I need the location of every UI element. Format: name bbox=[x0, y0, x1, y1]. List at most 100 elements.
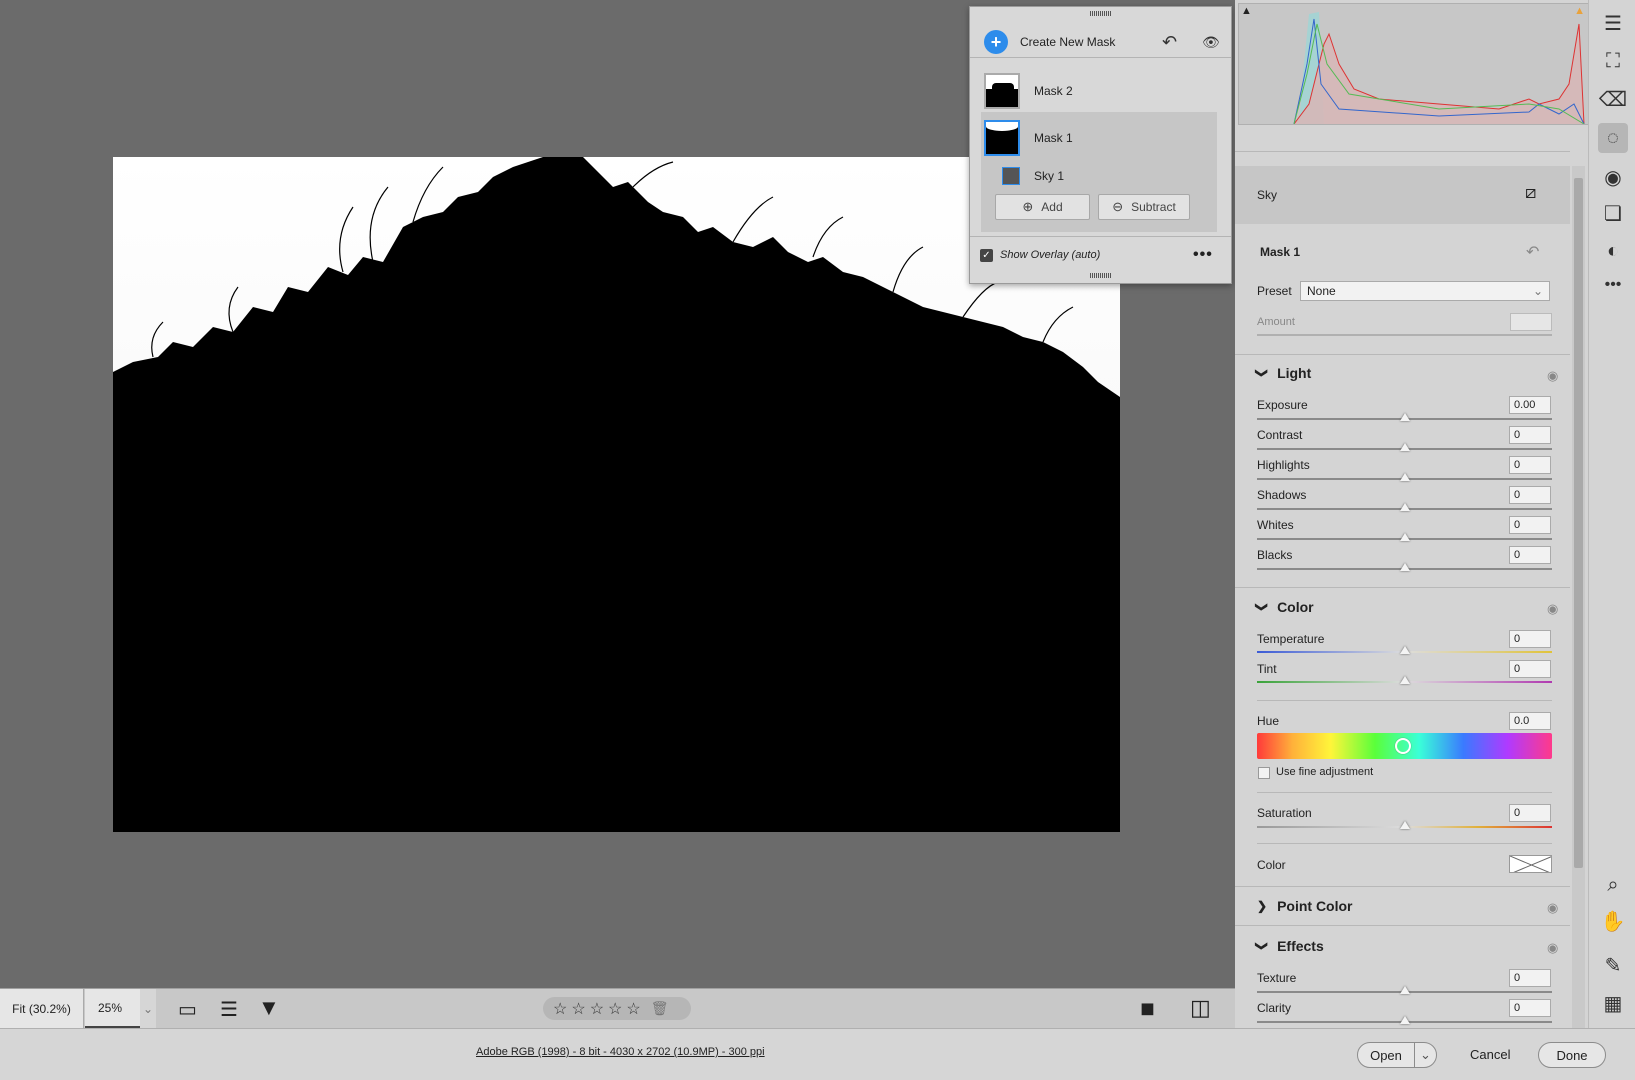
eye-icon[interactable]: ◉ bbox=[1547, 368, 1558, 384]
image-info-link[interactable]: Adobe RGB (1998) - 8 bit - 4030 x 2702 (… bbox=[476, 1046, 765, 1058]
clarity-slider-handle[interactable] bbox=[1400, 1016, 1410, 1024]
scrollbar[interactable] bbox=[1572, 166, 1585, 1028]
contrast-slider-handle[interactable] bbox=[1400, 443, 1410, 451]
panel-drag-handle[interactable] bbox=[1089, 11, 1112, 16]
clarity-value[interactable]: 0 bbox=[1509, 999, 1551, 1017]
zoom-level-field[interactable]: 25% bbox=[85, 989, 140, 1028]
shadow-clipping-icon[interactable]: ▲ bbox=[1241, 5, 1252, 17]
done-button[interactable]: Done bbox=[1538, 1042, 1606, 1068]
redeye-icon[interactable]: ◉ bbox=[1598, 162, 1628, 192]
whites-slider-handle[interactable] bbox=[1400, 533, 1410, 541]
blacks-slider-handle[interactable] bbox=[1400, 563, 1410, 571]
preset-dropdown[interactable]: None ⌄ bbox=[1300, 281, 1550, 301]
star-3[interactable]: ☆ bbox=[590, 999, 604, 1019]
exposure-slider-handle[interactable] bbox=[1400, 413, 1410, 421]
fit-zoom-button[interactable]: Fit (30.2%) bbox=[0, 989, 84, 1028]
star-2[interactable]: ☆ bbox=[571, 999, 585, 1019]
edit-icon[interactable]: ⧄ bbox=[1525, 182, 1536, 203]
tint-slider-handle[interactable] bbox=[1400, 676, 1410, 684]
light-section-header[interactable]: ❯ Light bbox=[1255, 365, 1592, 381]
trash-icon[interactable]: 🗑 bbox=[651, 1000, 669, 1017]
compare-view-icon[interactable]: ◫ bbox=[1190, 995, 1211, 1021]
star-1[interactable]: ☆ bbox=[553, 999, 567, 1019]
eyedropper-icon[interactable]: ✎ bbox=[1598, 950, 1628, 980]
filter-icon[interactable]: ▼ bbox=[258, 995, 280, 1021]
grid-icon[interactable]: ▦ bbox=[1598, 988, 1628, 1018]
more-icon[interactable]: ••• bbox=[1193, 246, 1213, 264]
color-swatch[interactable] bbox=[1509, 855, 1552, 873]
zoom-dropdown[interactable]: ⌄ bbox=[140, 989, 156, 1028]
mask-icon[interactable]: ◌ bbox=[1598, 123, 1628, 153]
more-icon[interactable]: ••• bbox=[1598, 270, 1628, 300]
temperature-value[interactable]: 0 bbox=[1509, 630, 1551, 648]
fine-adjustment-label[interactable]: Use fine adjustment bbox=[1276, 766, 1373, 778]
filmstrip-icon[interactable]: ▭ bbox=[178, 997, 197, 1022]
tint-value[interactable]: 0 bbox=[1509, 660, 1551, 678]
shadows-value[interactable]: 0 bbox=[1509, 486, 1551, 504]
reset-icon[interactable]: ↶ bbox=[1526, 242, 1539, 262]
masks-panel: + Create New Mask ↶ 👁 Mask 2 Mask 1 Sky … bbox=[969, 6, 1232, 284]
fine-adjustment-checkbox[interactable] bbox=[1258, 767, 1270, 779]
subtract-button[interactable]: ⊖ Subtract bbox=[1098, 194, 1190, 220]
eye-icon[interactable]: 👁 bbox=[1202, 34, 1220, 51]
shadows-slider-handle[interactable] bbox=[1400, 503, 1410, 511]
mask-component-sky[interactable]: Sky 1 bbox=[970, 163, 1231, 189]
exposure-value[interactable]: 0.00 bbox=[1509, 396, 1551, 414]
presets-icon[interactable]: ❏ bbox=[1598, 198, 1628, 228]
mask-item-selected[interactable]: Mask 1 bbox=[970, 116, 1231, 160]
highlights-value[interactable]: 0 bbox=[1509, 456, 1551, 474]
blacks-value[interactable]: 0 bbox=[1509, 546, 1551, 564]
hue-value[interactable]: 0.0 bbox=[1509, 712, 1551, 730]
point-color-section-header[interactable]: ❯ Point Color bbox=[1257, 898, 1592, 914]
panel-resize-handle[interactable] bbox=[1089, 273, 1112, 278]
crop-icon[interactable]: ⛶ bbox=[1598, 46, 1628, 76]
component-title: Sky bbox=[1257, 188, 1278, 202]
temperature-slider-handle[interactable] bbox=[1400, 646, 1410, 654]
create-new-mask-label[interactable]: Create New Mask bbox=[1020, 35, 1115, 49]
highlight-clipping-icon[interactable]: ▲ bbox=[1574, 5, 1585, 17]
undo-icon[interactable]: ↶ bbox=[1162, 32, 1177, 53]
effects-title: Effects bbox=[1277, 938, 1324, 954]
rating-stars: ☆ ☆ ☆ ☆ ☆ 🗑 bbox=[543, 997, 691, 1020]
eraser-icon[interactable]: ⌫ bbox=[1598, 84, 1628, 114]
texture-value[interactable]: 0 bbox=[1509, 969, 1551, 987]
before-after-icon[interactable]: ◼ bbox=[1140, 998, 1155, 1019]
whites-value[interactable]: 0 bbox=[1509, 516, 1551, 534]
cancel-button[interactable]: Cancel bbox=[1470, 1047, 1510, 1062]
preset-value: None bbox=[1307, 284, 1336, 298]
add-label: Add bbox=[1041, 200, 1063, 214]
blend-icon[interactable]: ◐ bbox=[1598, 236, 1628, 266]
show-overlay-checkbox[interactable]: ✓ bbox=[980, 248, 993, 262]
hand-icon[interactable]: ✋ bbox=[1598, 906, 1628, 936]
scrollbar-thumb[interactable] bbox=[1574, 178, 1583, 868]
properties-panel: ▲ ▲ Sky ⧄ Mask 1 ↶ Preset None ⌄ Amount … bbox=[1235, 0, 1590, 1028]
color-section-header[interactable]: ❯ Color bbox=[1255, 599, 1592, 615]
texture-slider-handle[interactable] bbox=[1400, 986, 1410, 994]
zoom-icon[interactable]: ⌕ bbox=[1598, 870, 1628, 900]
hue-slider-handle[interactable] bbox=[1395, 738, 1411, 754]
hue-slider[interactable] bbox=[1257, 733, 1552, 759]
highlights-slider-handle[interactable] bbox=[1400, 473, 1410, 481]
saturation-value[interactable]: 0 bbox=[1509, 804, 1551, 822]
mask-title: Mask 1 bbox=[1260, 245, 1301, 259]
contrast-value[interactable]: 0 bbox=[1509, 426, 1551, 444]
point-color-title: Point Color bbox=[1277, 898, 1353, 914]
chevron-down-icon[interactable]: ⌄ bbox=[1414, 1043, 1436, 1067]
eye-icon[interactable]: ◉ bbox=[1547, 900, 1558, 916]
plus-circle-icon[interactable]: + bbox=[984, 30, 1008, 54]
eye-icon[interactable]: ◉ bbox=[1547, 601, 1558, 617]
done-label: Done bbox=[1556, 1047, 1588, 1063]
effects-section-header[interactable]: ❯ Effects bbox=[1255, 938, 1592, 954]
create-mask-row: + Create New Mask ↶ 👁 bbox=[970, 25, 1231, 59]
hue-label: Hue bbox=[1257, 714, 1280, 728]
edit-icon[interactable]: ☰ bbox=[1598, 8, 1628, 38]
star-5[interactable]: ☆ bbox=[626, 999, 640, 1019]
sort-icon[interactable]: ☰ bbox=[220, 997, 238, 1022]
saturation-slider-handle[interactable] bbox=[1400, 821, 1410, 829]
add-button[interactable]: ⊕ Add bbox=[995, 194, 1090, 220]
mask-item[interactable]: Mask 2 bbox=[970, 69, 1231, 113]
eye-icon[interactable]: ◉ bbox=[1547, 940, 1558, 956]
open-button[interactable]: Open ⌄ bbox=[1357, 1042, 1437, 1068]
show-overlay-label[interactable]: Show Overlay (auto) bbox=[1000, 249, 1100, 261]
star-4[interactable]: ☆ bbox=[608, 999, 622, 1019]
